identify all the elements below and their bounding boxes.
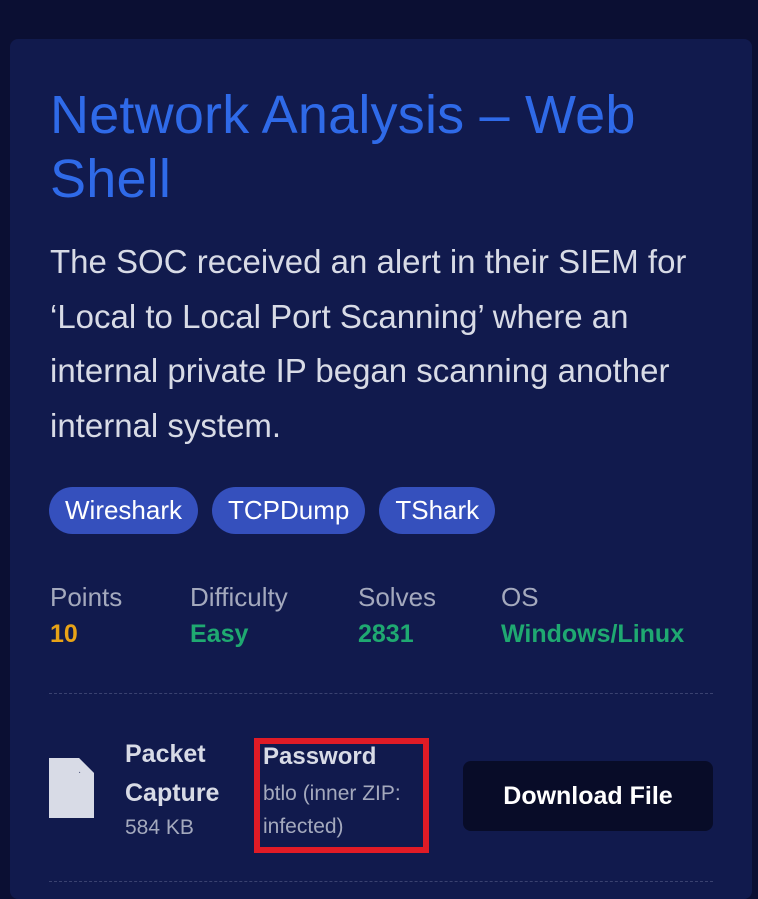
stat-label: Solves — [358, 582, 437, 612]
challenge-description: The SOC received an alert in their SIEM … — [50, 243, 687, 444]
file-name: Packet Capture — [125, 740, 220, 807]
challenge-card: Network Analysis – Web Shell The SOC rec… — [10, 39, 752, 899]
stat-value: Windows/Linux — [501, 620, 685, 648]
stat-value: 2831 — [358, 620, 414, 648]
download-file-button[interactable]: Download File — [463, 761, 713, 831]
stat-points: Points 10 — [50, 580, 122, 654]
password-value: btlo (inner ZIP: infected) — [263, 782, 401, 838]
file-size: 584 KB — [125, 816, 194, 839]
tag-list: Wireshark TCPDump TShark — [49, 487, 496, 534]
tag-tshark[interactable]: TShark — [379, 487, 496, 534]
stat-value: Easy — [190, 620, 249, 648]
password-label: Password — [263, 743, 377, 770]
tag-tcpdump[interactable]: TCPDump — [212, 487, 366, 534]
stat-label: OS — [501, 582, 539, 612]
stat-value: 10 — [50, 620, 78, 648]
section-divider — [49, 693, 713, 694]
stat-difficulty: Difficulty Easy — [190, 580, 288, 654]
challenge-title: Network Analysis – Web Shell — [50, 85, 636, 209]
stat-label: Difficulty — [190, 582, 288, 612]
tag-wireshark[interactable]: Wireshark — [49, 487, 199, 534]
stat-label: Points — [50, 582, 123, 612]
stat-solves: Solves 2831 — [358, 580, 436, 654]
stat-os: OS Windows/Linux — [501, 580, 684, 654]
file-icon — [49, 758, 94, 818]
section-divider-bottom — [49, 881, 713, 882]
